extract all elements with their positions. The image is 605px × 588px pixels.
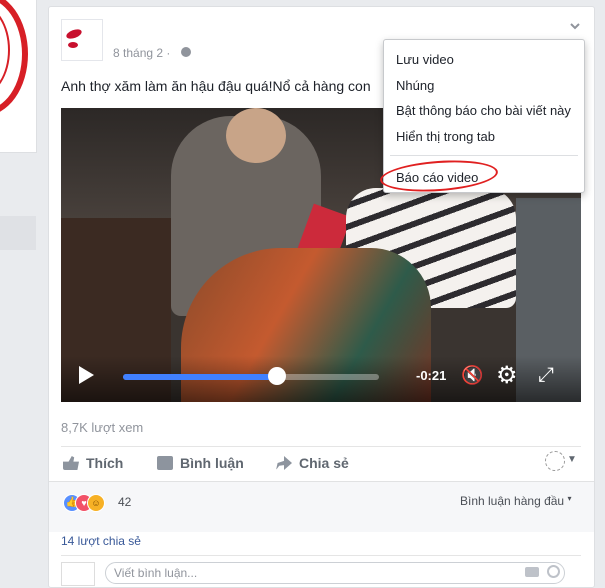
mute-icon[interactable]: 🔇 [461,365,483,386]
comment-button[interactable]: Bình luận [157,455,244,471]
avatar-mark [68,42,78,48]
share-button[interactable]: Chia sẻ [276,455,349,471]
avatar-mark [65,27,83,41]
like-label: Thích [86,455,124,471]
left-profile-card [0,0,37,153]
video-progress-fill [123,374,277,380]
comment-sort-label: Bình luận hàng đầu [460,494,565,508]
comment-sort-dropdown[interactable]: Bình luận hàng đầu ▾ [460,494,571,508]
play-icon[interactable] [79,366,94,384]
divider [61,555,581,556]
caret-down-icon: ▾ [567,494,572,503]
left-nav-item[interactable] [0,216,36,250]
chevron-down-icon[interactable] [569,20,581,32]
page-avatar[interactable] [545,451,565,471]
reaction-count[interactable]: 42 [118,495,131,509]
menu-item-save-video[interactable]: Lưu video [396,52,454,67]
video-progress-handle[interactable] [267,367,286,385]
commenter-avatar [61,562,95,586]
fullscreen-icon[interactable]: ⤢ [538,364,554,387]
thumbs-up-icon [63,456,79,470]
comment-icon [157,456,173,470]
video-frame [226,108,286,163]
share-count-link[interactable]: 14 lượt chia sẻ [61,534,141,548]
menu-item-show-in-tab[interactable]: Hiển thị trong tab [396,129,495,144]
comment-input[interactable]: Viết bình luận... [105,562,565,584]
globe-icon [181,47,191,57]
like-button[interactable]: Thích [63,455,123,471]
gear-icon[interactable]: ⚙ [496,361,518,390]
camera-icon[interactable] [525,567,539,577]
red-annotation-circle [379,156,499,196]
menu-item-turn-on-notifications[interactable]: Bật thông báo cho bài viết này [396,103,571,118]
share-icon [276,456,292,470]
author-avatar[interactable] [61,19,103,61]
emoji-icon[interactable] [547,565,560,578]
comment-label: Bình luận [180,455,244,471]
menu-item-embed[interactable]: Nhúng [396,78,434,93]
video-time: -0:21 [416,368,447,383]
share-label: Chia sẻ [299,455,349,471]
divider [61,446,581,447]
post-options-menu: Lưu video Nhúng Bật thông báo cho bài vi… [379,39,585,196]
post-timestamp[interactable]: 8 tháng 2 · [113,46,170,60]
caret-down-icon[interactable]: ▼ [567,454,577,465]
haha-reaction-icon[interactable]: ☺ [87,494,105,512]
menu-divider [390,155,578,156]
video-progress-track[interactable] [123,374,379,380]
post-caption: Anh thợ xăm làm ăn hậu đậu quá!Nổ cả hàn… [61,78,371,94]
view-count: 8,7K lượt xem [61,420,144,435]
